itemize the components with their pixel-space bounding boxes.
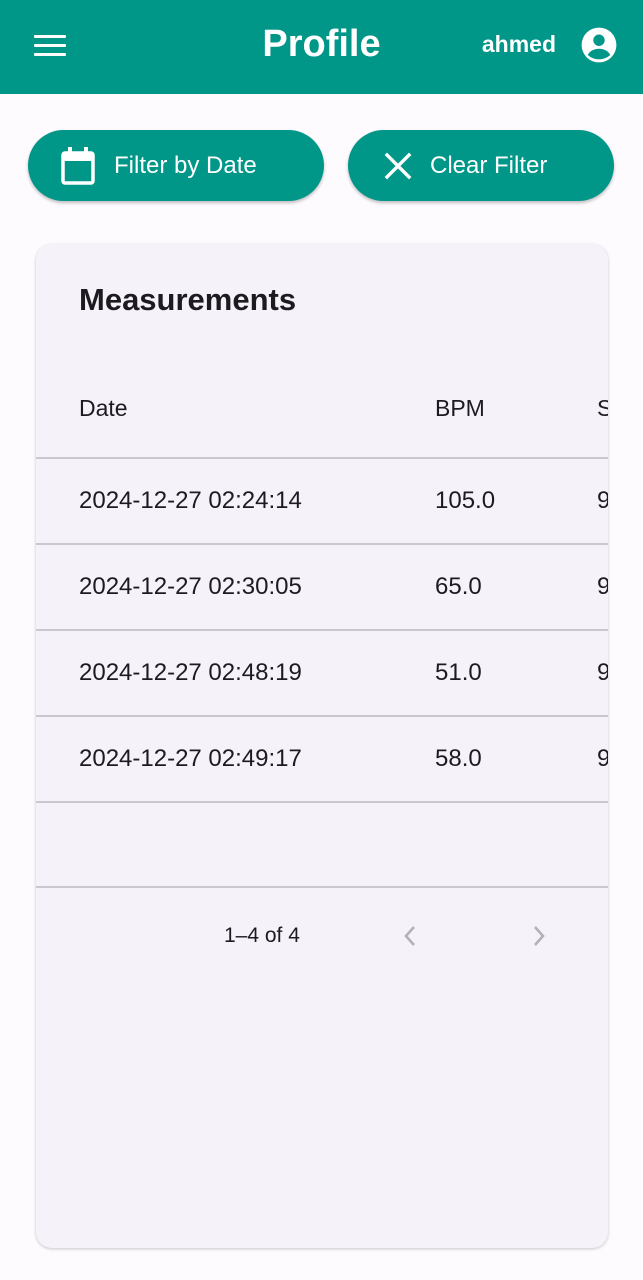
column-header-third[interactable]: S <box>597 392 608 424</box>
table-row[interactable]: 2024-12-27 02:49:17 58.0 9 <box>36 717 608 801</box>
third-cell: 9 <box>597 745 608 772</box>
date-cell: 2024-12-27 02:24:14 <box>79 487 302 514</box>
filter-by-date-button[interactable]: Filter by Date <box>28 130 324 201</box>
measurements-card: Measurements Date BPM S 2024-12-27 02:24… <box>36 244 608 1248</box>
card-title: Measurements <box>79 282 297 317</box>
clear-filter-label: Clear Filter <box>430 151 548 179</box>
third-cell: 9 <box>597 487 608 514</box>
chevron-left-icon[interactable] <box>394 920 426 952</box>
table-row[interactable]: 2024-12-27 02:48:19 51.0 9 <box>36 631 608 715</box>
account-circle-icon[interactable] <box>580 26 618 64</box>
calendar-icon <box>60 146 96 186</box>
bpm-cell: 65.0 <box>435 573 482 600</box>
row-divider <box>36 801 608 803</box>
filter-by-date-label: Filter by Date <box>114 151 257 179</box>
username-label: ahmed <box>481 31 556 57</box>
clear-filter-button[interactable]: Clear Filter <box>348 130 614 201</box>
table-row[interactable]: 2024-12-27 02:24:14 105.0 9 <box>36 459 608 543</box>
pagination-divider <box>36 886 608 888</box>
app-bar: Profile ahmed <box>0 0 643 94</box>
date-cell: 2024-12-27 02:49:17 <box>79 745 302 772</box>
third-cell: 9 <box>597 573 608 600</box>
close-icon <box>384 152 412 180</box>
date-cell: 2024-12-27 02:30:05 <box>79 573 302 600</box>
bpm-cell: 58.0 <box>435 745 482 772</box>
third-cell: 9 <box>597 659 608 686</box>
column-header-bpm[interactable]: BPM <box>435 392 485 424</box>
bpm-cell: 105.0 <box>435 487 496 514</box>
bpm-cell: 51.0 <box>435 659 482 686</box>
chevron-right-icon[interactable] <box>523 920 555 952</box>
pagination-range: 1–4 of 4 <box>224 924 300 947</box>
date-cell: 2024-12-27 02:48:19 <box>79 659 302 686</box>
column-header-date[interactable]: Date <box>79 392 128 424</box>
menu-icon[interactable] <box>26 24 74 66</box>
table-row[interactable]: 2024-12-27 02:30:05 65.0 9 <box>36 545 608 629</box>
